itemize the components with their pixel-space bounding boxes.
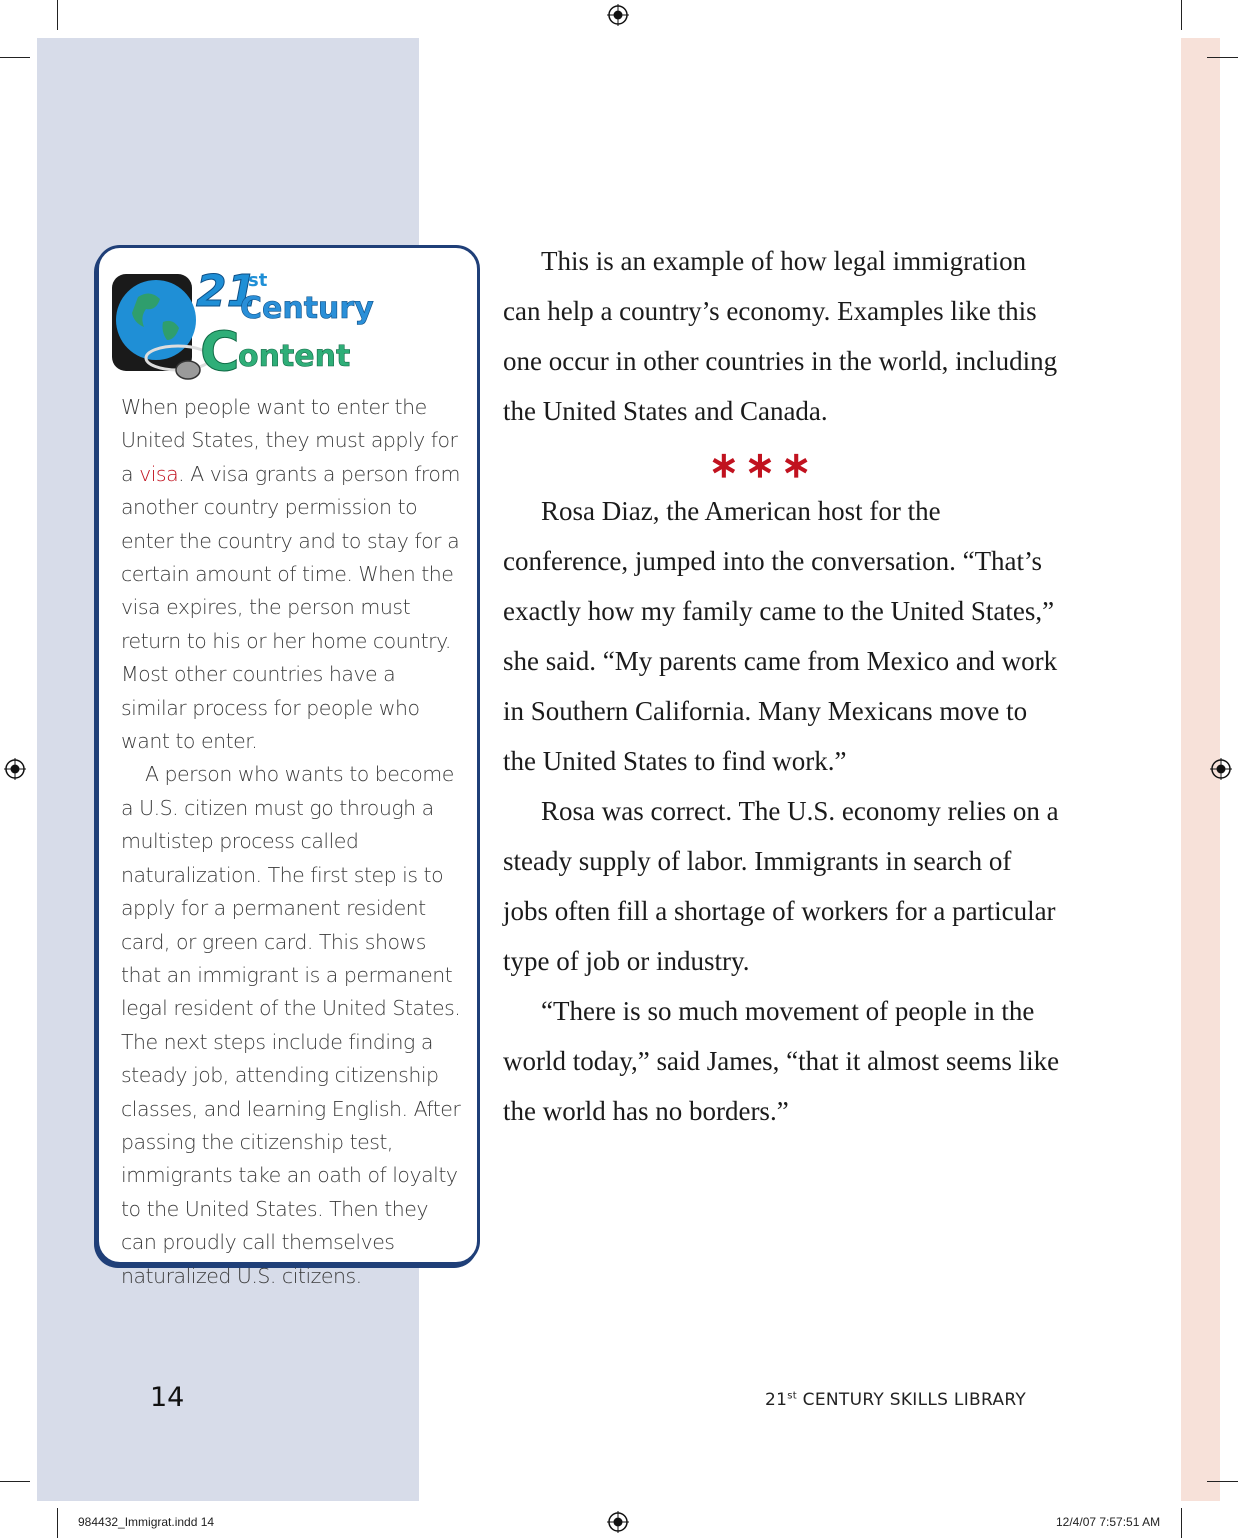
glossary-term-visa[interactable]: visa xyxy=(139,462,179,486)
crop-mark-right-top xyxy=(1207,57,1238,58)
logo-big-c: C xyxy=(200,320,240,383)
body-paragraph: Rosa was correct. The U.S. economy relie… xyxy=(503,796,1059,976)
crop-mark-bottom-left xyxy=(57,1508,58,1538)
century-content-logo: 21 st Century C ontent xyxy=(112,266,375,384)
registration-mark-icon xyxy=(4,758,26,780)
series-name: CENTURY SKILLS LIBRARY xyxy=(796,1390,1027,1410)
sidebar-text-run: . A visa grants a person from another co… xyxy=(121,461,460,754)
crop-mark-bottom-right xyxy=(1181,1508,1182,1538)
registration-mark-icon xyxy=(607,1511,629,1533)
main-body: This is an example of how legal immigrat… xyxy=(503,236,1063,1136)
print-slug-timestamp: 12/4/07 7:57:51 AM xyxy=(1056,1515,1161,1529)
sidebar-paragraph: When people want to enter the United Sta… xyxy=(121,391,466,758)
crop-mark-top-left xyxy=(57,0,58,30)
registration-mark-icon xyxy=(1210,758,1232,780)
print-slug-file: 984432_Immigrat.indd 14 xyxy=(78,1515,215,1529)
series-number: 21 xyxy=(765,1390,788,1410)
body-paragraph: Rosa Diaz, the American host for the con… xyxy=(503,496,1058,776)
crop-mark-top-right xyxy=(1181,0,1182,30)
body-paragraph: “There is so much movement of people in … xyxy=(503,996,1060,1126)
crop-mark-right-bottom xyxy=(1207,1481,1238,1482)
crop-mark-left-bottom xyxy=(0,1481,30,1482)
logo-superscript: st xyxy=(248,270,268,291)
body-paragraph: This is an example of how legal immigrat… xyxy=(503,246,1058,426)
page-number: 14 xyxy=(150,1382,185,1413)
registration-mark-icon xyxy=(607,4,629,26)
sidebar-paragraph: A person who wants to become a U.S. citi… xyxy=(121,762,461,1288)
logo-century: Century xyxy=(240,291,374,326)
crop-mark-left-top xyxy=(0,57,30,58)
mouse-icon xyxy=(175,360,201,380)
section-break: ∗∗∗ xyxy=(708,445,818,485)
series-superscript: st xyxy=(787,1390,797,1402)
sidebar-body: When people want to enter the United Sta… xyxy=(121,391,466,1293)
logo-content: ontent xyxy=(238,339,350,374)
series-title: 21st CENTURY SKILLS LIBRARY xyxy=(765,1390,1026,1410)
